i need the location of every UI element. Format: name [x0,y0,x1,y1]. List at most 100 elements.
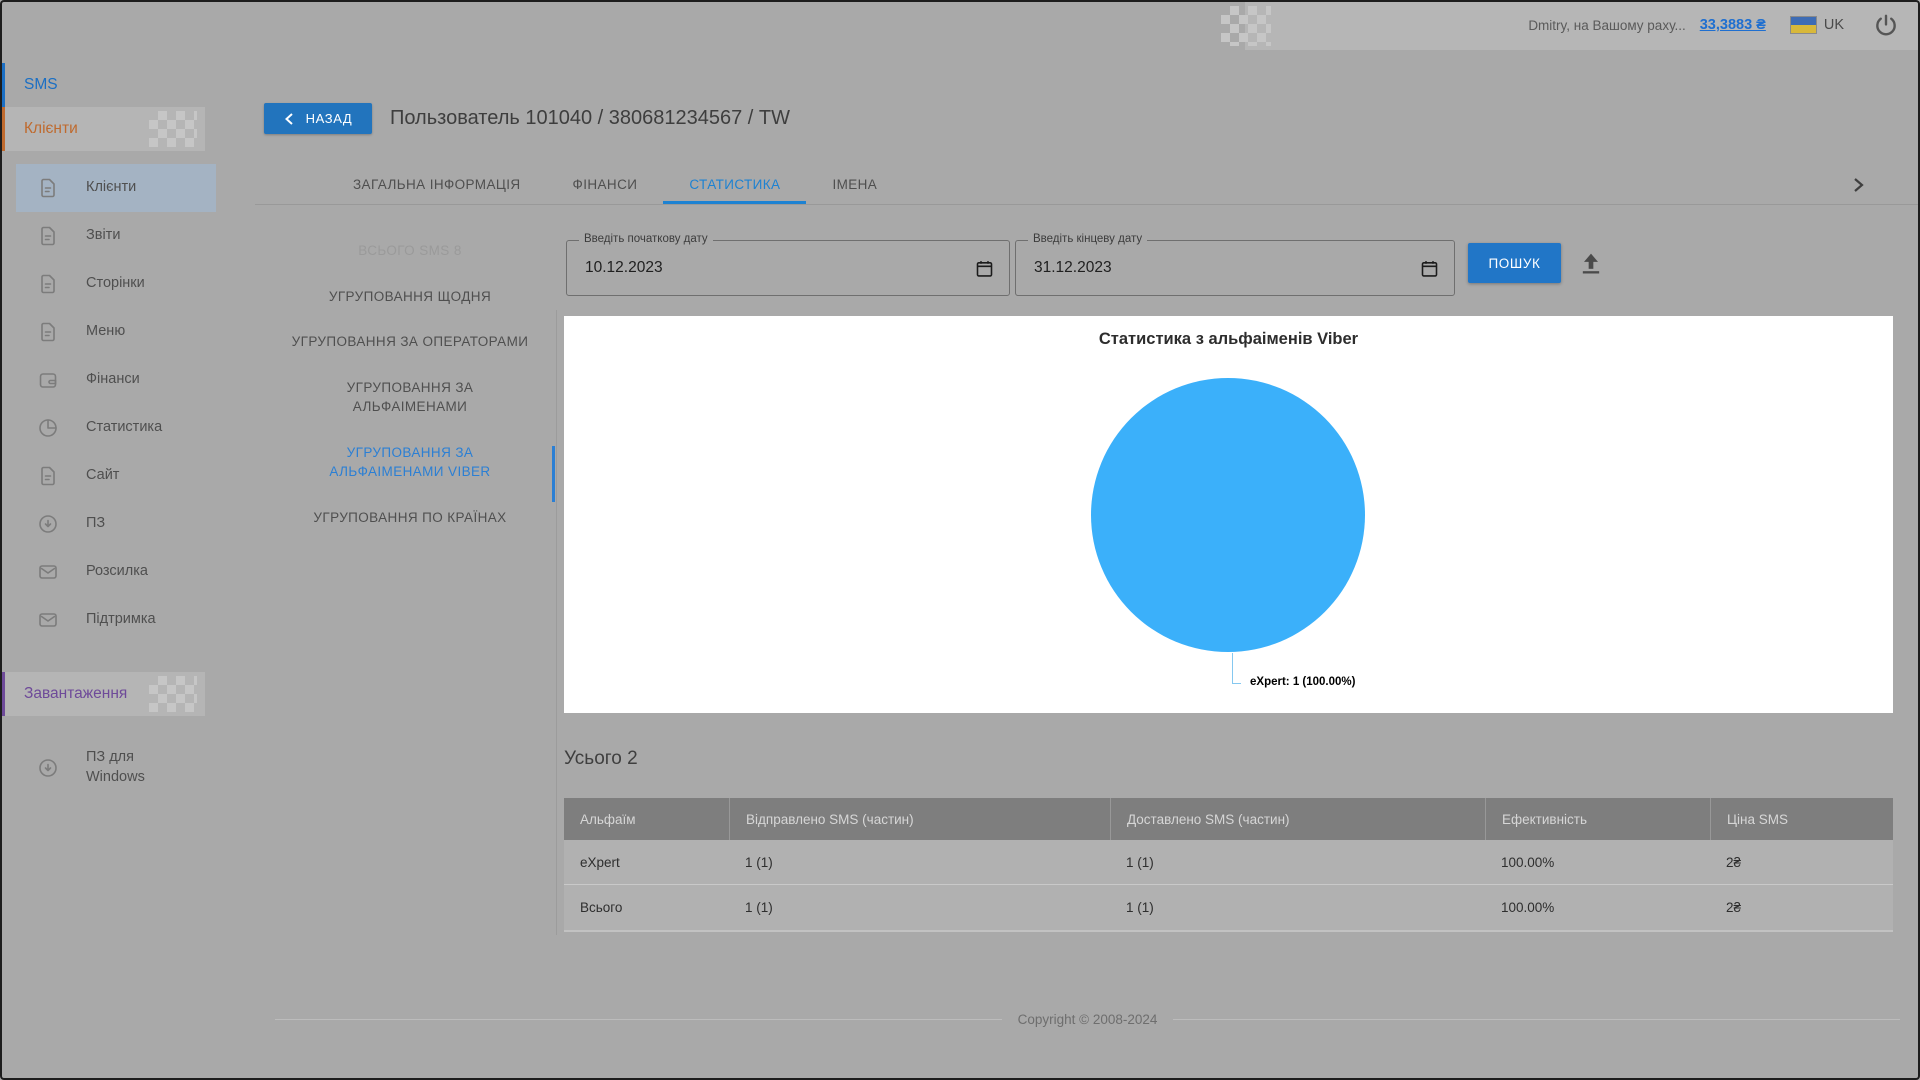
statistics-subnav: ВСЬОГО SMS 8 УГРУПОВАННЯ ЩОДНЯ УГРУПОВАН… [270,228,550,541]
footer-divider [275,1019,1002,1020]
cell-efficiency: 100.00% [1501,900,1555,915]
copyright-text: Copyright © 2008-2024 [1017,1012,1158,1027]
sidebar-item-label: Клієнти [86,179,137,196]
start-date-input[interactable] [583,241,893,295]
sidebar-section-sms[interactable]: SMS [0,63,255,107]
wallet-icon [36,368,60,392]
sidebar-item-label: ПЗ [86,515,106,532]
section-label: Завантаження [24,685,128,702]
document-icon [36,320,60,344]
cell-sent: 1 (1) [745,900,773,915]
cell-delivered: 1 (1) [1126,900,1154,915]
calendar-icon[interactable] [974,258,995,279]
sidebar-section-clients[interactable]: Клієнти [0,107,205,151]
cell-efficiency: 100.00% [1501,854,1555,870]
page-title: Пользователь 101040 / 380681234567 / TW [390,107,790,129]
sidebar-item-pages[interactable]: Сторінки [16,260,216,308]
cell-alphaname: Всього [580,900,623,915]
mail-icon [36,560,60,584]
chevron-right-icon [1854,178,1864,192]
sidebar-item-finances[interactable]: Фінанси [16,356,216,404]
subnav-group-daily[interactable]: УГРУПОВАННЯ ЩОДНЯ [286,274,534,320]
back-button[interactable]: НАЗАД [264,103,372,134]
tab-names[interactable]: ІМЕНА [806,165,903,204]
sidebar-item-label: Підтримка [86,611,156,628]
calendar-icon[interactable] [1419,258,1440,279]
end-date-input[interactable] [1032,241,1339,295]
subnav-group-by-alphanames[interactable]: УГРУПОВАННЯ ЗА АЛЬФАІМЕНАМИ [286,365,534,430]
sidebar-item-label: ПЗ для Windows [86,749,145,785]
search-button[interactable]: ПОШУК [1468,243,1561,283]
sidebar-item-windows-software[interactable]: ПЗ для Windows [16,736,216,800]
pie-slice-expert [1091,378,1365,652]
start-date-field: Введіть початкову дату [566,233,1010,296]
sidebar-item-support[interactable]: Підтримка [16,596,216,644]
sidebar-item-label: Сайт [86,467,120,484]
sidebar: SMS Клієнти Клієнти Звіти Сторінки Меню … [0,55,255,1080]
download-icon [36,756,60,780]
sidebar-menu: Клієнти Звіти Сторінки Меню Фінанси Стат… [0,164,255,644]
pixel-decoration [149,676,197,712]
statistics-table: Альфаїм Відправлено SMS (частин) Доставл… [564,798,1893,932]
sidebar-item-label: Статистика [86,419,163,436]
table-row: eXpert 1 (1) 1 (1) 100.00% 2₴ [564,840,1893,885]
document-icon [36,464,60,488]
sidebar-item-reports[interactable]: Звіти [16,212,216,260]
balance-link[interactable]: 33,3883 ₴ [1700,17,1766,33]
power-icon [1876,14,1896,36]
sidebar-item-software[interactable]: ПЗ [16,500,216,548]
sidebar-item-label: Фінанси [86,371,140,388]
tabs-overflow-button[interactable] [1848,175,1868,195]
sidebar-item-label: Звіти [86,227,121,244]
chart-title: Статистика з альфаіменів Viber [1098,330,1359,348]
export-button[interactable] [1577,249,1605,277]
column-header-efficiency: Ефективність [1485,798,1710,840]
footer-divider [1173,1019,1901,1020]
callout-line [1232,653,1233,683]
download-icon [36,512,60,536]
tab-bar: ЗАГАЛЬНА ІНФОРМАЦІЯ ФІНАНСИ СТАТИСТИКА І… [255,165,1920,205]
pixel-decoration [1221,6,1271,46]
tab-statistics[interactable]: СТАТИСТИКА [663,165,806,204]
section-accent-bar [0,63,5,107]
cell-sent: 1 (1) [745,854,773,870]
end-date-field: Введіть кінцеву дату [1015,233,1455,296]
upload-export-icon [1582,253,1600,274]
subnav-active-indicator [552,446,555,502]
table-row-total: Всього 1 (1) 1 (1) 100.00% 2₴ [564,885,1893,930]
logout-button[interactable] [1872,11,1900,39]
totals-heading: Усього 2 [564,748,638,769]
chevron-left-icon [284,112,293,125]
column-header-alphaname: Альфаїм [580,811,636,827]
document-icon [36,224,60,248]
column-header-sent: Відправлено SMS (частин) [729,798,1110,840]
pie-chart-panel: Статистика з альфаіменів Viber eXpert: 1… [564,316,1893,713]
sidebar-item-mailing[interactable]: Розсилка [16,548,216,596]
subnav-group-by-countries[interactable]: УГРУПОВАННЯ ПО КРАЇНАХ [286,495,534,541]
back-button-label: НАЗАД [305,111,353,126]
sidebar-item-clients[interactable]: Клієнти [16,164,216,212]
column-header-price: Ціна SMS [1710,798,1893,840]
sidebar-item-site[interactable]: Сайт [16,452,216,500]
section-label: Клієнти [24,120,78,137]
cell-delivered: 1 (1) [1126,854,1154,870]
tab-finances[interactable]: ФІНАНСИ [547,165,664,204]
table-header-row: Альфаїм Відправлено SMS (частин) Доставл… [564,798,1893,840]
sidebar-section-downloads[interactable]: Завантаження [0,672,205,716]
subnav-group-by-operators[interactable]: УГРУПОВАННЯ ЗА ОПЕРАТОРАМИ [286,319,534,365]
sidebar-item-statistics[interactable]: Статистика [16,404,216,452]
sidebar-item-label: Сторінки [86,275,145,292]
cell-alphaname: eXpert [580,854,620,870]
document-icon [36,272,60,296]
language-label: UK [1823,17,1844,33]
pie-chart-icon [36,416,60,440]
section-label: SMS [24,76,58,93]
user-greeting: Dmitry, на Вашому раху... [1528,17,1686,33]
footer: Copyright © 2008-2024 [255,1012,1920,1027]
mail-icon [36,608,60,632]
tab-general-info[interactable]: ЗАГАЛЬНА ІНФОРМАЦІЯ [327,165,547,204]
subnav-total-sms: ВСЬОГО SMS 8 [358,243,462,258]
language-selector[interactable]: UK [1789,16,1844,34]
sidebar-item-menu[interactable]: Меню [16,308,216,356]
subnav-group-by-alphanames-viber[interactable]: УГРУПОВАННЯ ЗА АЛЬФАІМЕНАМИ VIBER [286,430,534,495]
